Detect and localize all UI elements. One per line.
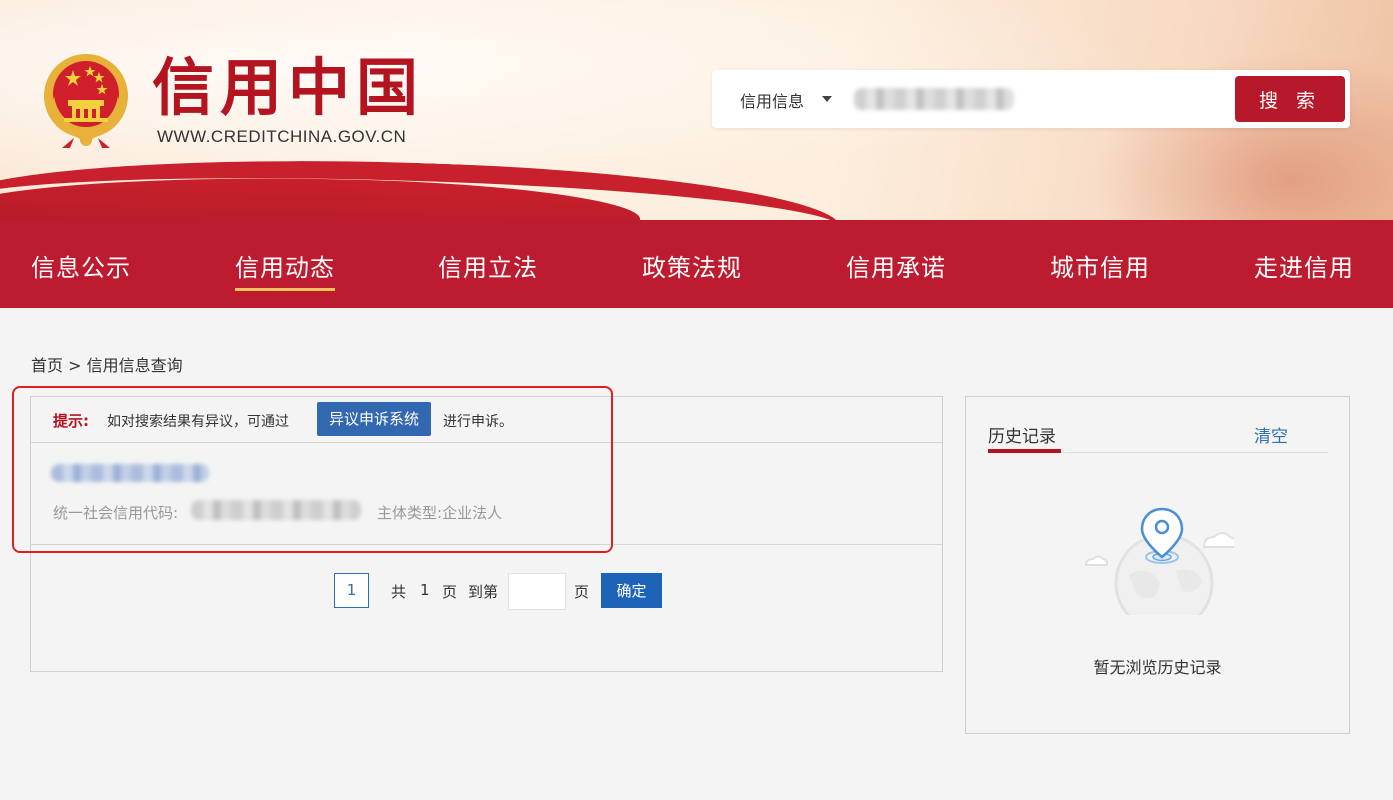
pager-total-prefix: 共: [391, 583, 407, 601]
nav-item-credit-news[interactable]: 信用动态: [235, 248, 335, 291]
breadcrumb-home[interactable]: 首页: [31, 356, 63, 375]
entity-type: 主体类型:企业法人: [377, 502, 502, 523]
header-banner: 信用中国 WWW.CREDITCHINA.GOV.CN 信用信息 搜 索: [0, 0, 1393, 220]
national-emblem-logo[interactable]: [40, 50, 132, 150]
pager-goto-suffix: 页: [574, 583, 590, 601]
nav-item-about-credit[interactable]: 走进信用: [1254, 248, 1354, 283]
credit-code-label: 统一社会信用代码:: [53, 504, 179, 522]
entity-type-label: 主体类型:: [377, 504, 443, 522]
nav-item-label: 城市信用: [1050, 254, 1150, 282]
nav-item-city-credit[interactable]: 城市信用: [1050, 248, 1150, 283]
breadcrumb: 首页 > 信用信息查询: [31, 352, 183, 376]
nav-item-label: 政策法规: [642, 254, 742, 282]
search-button[interactable]: 搜 索: [1235, 76, 1345, 122]
breadcrumb-current: 信用信息查询: [86, 356, 183, 375]
objection-system-button[interactable]: 异议申诉系统: [317, 402, 431, 436]
tip-row: 提示: 如对搜索结果有异议，可通过 异议申诉系统 进行申诉。: [31, 397, 942, 443]
search-scope-select[interactable]: 信用信息: [740, 88, 804, 112]
main-nav: 信息公示 信用动态 信用立法 政策法规 信用承诺 城市信用 走进信用: [0, 220, 1393, 308]
empty-location-globe-icon: [1084, 507, 1234, 615]
goto-page-input[interactable]: [508, 573, 566, 610]
nav-item-label: 信用动态: [235, 254, 335, 282]
history-title: 历史记录: [988, 427, 1056, 447]
nav-item-credit-legislation[interactable]: 信用立法: [438, 248, 538, 283]
nav-item-policies[interactable]: 政策法规: [642, 248, 742, 283]
nav-item-credit-commitment[interactable]: 信用承诺: [846, 248, 946, 283]
result-name-redacted[interactable]: [51, 464, 209, 482]
pager-goto-prefix: 到第: [468, 583, 499, 601]
site-title: 信用中国: [152, 51, 425, 124]
chevron-down-icon[interactable]: [822, 96, 832, 102]
nav-item-info-disclosure[interactable]: 信息公示: [31, 248, 131, 283]
search-box: 信用信息 搜 索: [712, 70, 1350, 128]
credit-code-redacted: [191, 500, 361, 520]
tip-after-text: 进行申诉。: [443, 414, 513, 430]
nav-item-label: 信息公示: [31, 254, 131, 282]
entity-type-value: 企业法人: [442, 504, 503, 522]
history-empty-message: 暂无浏览历史记录: [1093, 658, 1222, 677]
pagination: 1 共 1 页 到第 页 确定: [31, 573, 942, 613]
goto-page-confirm-button[interactable]: 确定: [601, 573, 662, 608]
results-panel: 提示: 如对搜索结果有异议，可通过 异议申诉系统 进行申诉。 统一社会信用代码:…: [30, 396, 943, 672]
nav-active-indicator: [235, 288, 335, 291]
banner-mountain: [1073, 40, 1393, 220]
nav-item-label: 信用承诺: [846, 254, 946, 282]
breadcrumb-separator: >: [68, 356, 82, 375]
history-panel: 历史记录 清空 暂无浏览历史记录: [965, 396, 1350, 734]
tip-label: 提示:: [53, 412, 89, 430]
nav-item-label: 信用立法: [438, 254, 538, 282]
search-input[interactable]: [852, 84, 1222, 114]
history-clear-link[interactable]: 清空: [1254, 422, 1288, 447]
nav-item-label: 走进信用: [1254, 254, 1354, 282]
pager-total-suffix: 页: [442, 583, 458, 601]
tip-text: 如对搜索结果有异议，可通过: [107, 414, 289, 430]
history-active-tab-indicator: [988, 449, 1061, 453]
page-number-current[interactable]: 1: [334, 573, 369, 608]
site-url: WWW.CREDITCHINA.GOV.CN: [157, 127, 407, 146]
pager-total-count: 1: [420, 581, 430, 599]
result-item[interactable]: 统一社会信用代码: 主体类型:企业法人: [31, 444, 942, 545]
